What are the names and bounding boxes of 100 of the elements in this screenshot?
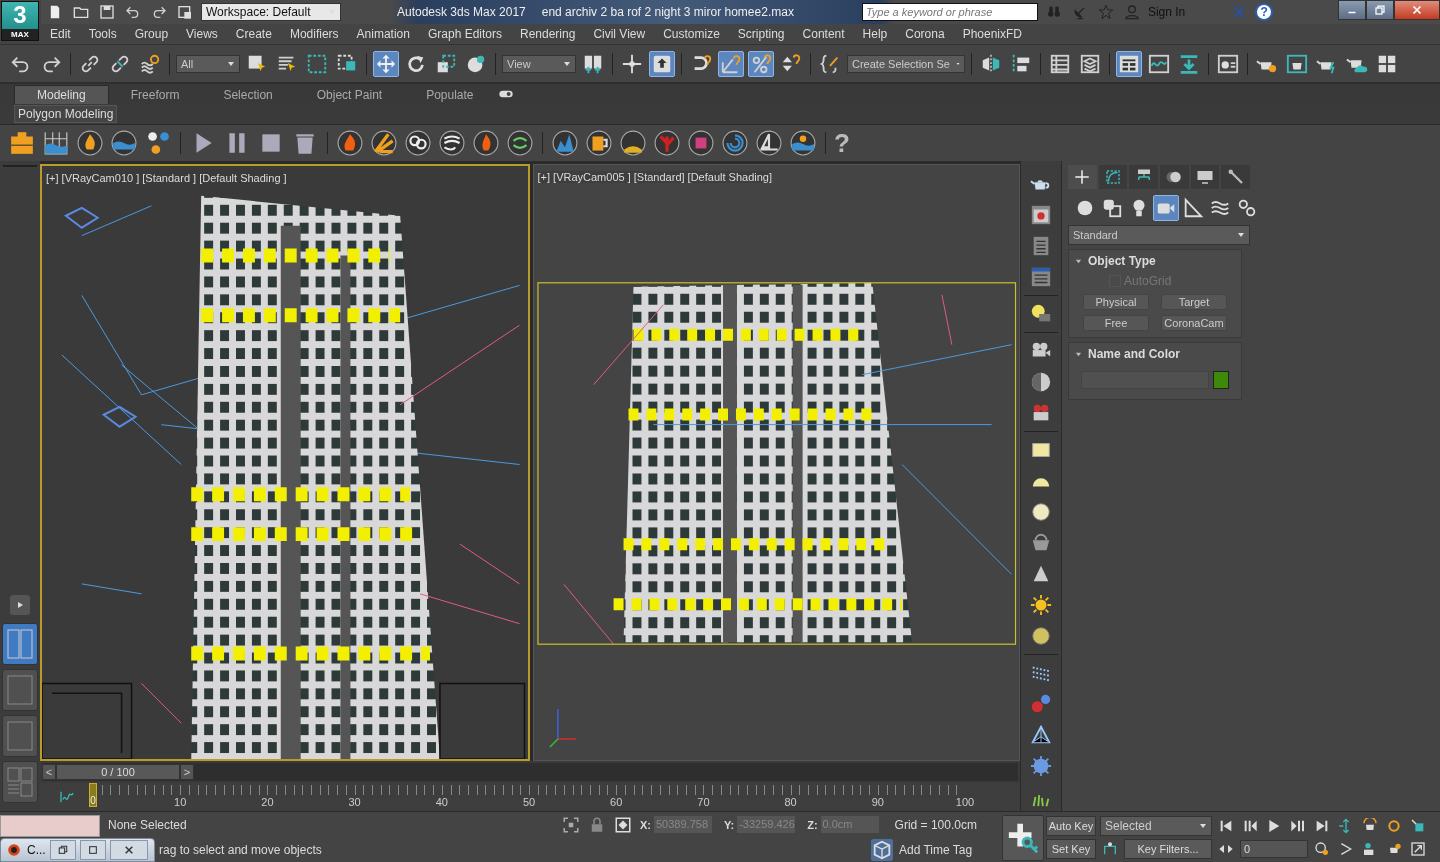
menu-item[interactable]: Content <box>793 27 854 41</box>
viewport[interactable]: [+] [VRayCam005 ] [Standard] [Default Shading] <box>532 164 1020 761</box>
restore-icon[interactable] <box>1366 0 1394 20</box>
camera-type-button[interactable]: CoronaCam <box>1161 315 1227 331</box>
spiky-ball-icon[interactable] <box>1028 753 1054 779</box>
move-icon[interactable] <box>373 50 399 77</box>
viewport-label[interactable]: [+] [VRayCam010 ] [Standard ] [Default Shading ] <box>46 172 287 184</box>
rollout-toggle-icon[interactable] <box>1075 257 1082 265</box>
color-swatch[interactable] <box>1213 371 1229 389</box>
flame-icon[interactable] <box>76 129 104 157</box>
maxscript-listener-field[interactable] <box>0 814 100 837</box>
viewport-layout-button[interactable] <box>2 669 38 711</box>
percent-icon[interactable] <box>748 50 774 77</box>
app-logo-button[interactable]: 3 MAX <box>1 1 39 41</box>
restore-icon[interactable] <box>49 839 76 860</box>
curve-box-icon[interactable] <box>1098 165 1128 189</box>
monitor-icon[interactable] <box>1190 165 1220 189</box>
time-slider-thumb[interactable]: 0 / 100 <box>56 764 180 780</box>
camera-type-button[interactable]: Free <box>1083 315 1149 331</box>
help-button[interactable]: ? <box>1255 3 1274 21</box>
menu-item[interactable]: Help <box>853 27 897 41</box>
fire-drop-icon[interactable] <box>472 129 500 157</box>
menu-item[interactable]: Scripting <box>728 27 794 41</box>
wrench-icon[interactable] <box>1221 165 1251 189</box>
toolbar-dropdown[interactable]: All <box>176 54 240 73</box>
hierarchy-icon[interactable] <box>1129 165 1158 189</box>
menu-item[interactable]: Civil View <box>584 27 655 41</box>
menu-item[interactable]: Create <box>226 27 281 41</box>
viewport-layout-button[interactable] <box>2 623 38 665</box>
minimized-window[interactable]: C... <box>0 837 155 862</box>
cloud-swirl-icon[interactable] <box>506 129 534 157</box>
menu-item[interactable]: Customize <box>654 27 729 41</box>
key-filters-button[interactable]: Key Filters... <box>1124 838 1212 859</box>
menu-item[interactable]: Tools <box>79 27 126 41</box>
current-frame-marker[interactable]: 0 <box>89 783 97 807</box>
set-key-icon[interactable] <box>1002 815 1044 861</box>
ribbon-tab[interactable]: Freeform <box>108 86 202 104</box>
boat-icon[interactable] <box>755 129 783 157</box>
ribbon-tab[interactable]: Modeling <box>14 85 109 104</box>
minimize-icon[interactable] <box>1338 0 1366 20</box>
menu-item[interactable]: Graph Editors <box>418 27 511 41</box>
rollout-toggle-icon[interactable] <box>1075 350 1082 358</box>
ribbon-tab[interactable]: Selection <box>201 86 295 104</box>
camera-type-button[interactable]: Target <box>1161 294 1227 310</box>
smoke-icon[interactable] <box>404 129 432 157</box>
category-dropdown[interactable]: Standard <box>1068 225 1250 245</box>
panel-icon[interactable] <box>1116 50 1142 77</box>
toolbar-dropdown[interactable]: View <box>502 54 576 73</box>
time-slider-track[interactable]: < 0 / 100 > <box>42 763 1018 781</box>
cube-icon[interactable] <box>687 129 715 157</box>
menu-item[interactable]: Rendering <box>511 27 585 41</box>
plus-icon[interactable] <box>1068 165 1097 189</box>
sun-icon[interactable] <box>1028 592 1054 618</box>
swirl-icon[interactable] <box>438 129 466 157</box>
tank-icon[interactable] <box>8 129 36 157</box>
menu-item[interactable]: Edit <box>41 27 80 41</box>
splash-icon[interactable] <box>551 129 579 157</box>
help-button[interactable]: ? <box>834 129 850 157</box>
previous-frame-button[interactable]: < <box>42 764 56 780</box>
ribbon-tab[interactable]: Object Paint <box>294 86 405 104</box>
time-tag-label[interactable]: Add Time Tag <box>899 842 973 857</box>
pool-grid-icon[interactable] <box>42 129 70 157</box>
mug-icon[interactable] <box>585 129 613 157</box>
current-frame-field[interactable]: 0 <box>1240 839 1308 858</box>
menu-item[interactable]: Group <box>125 27 178 41</box>
maximize-icon[interactable] <box>79 839 106 860</box>
circles-icon[interactable] <box>1160 165 1189 189</box>
viewport[interactable]: [+] [VRayCam010 ] [Standard ] [Default Shading ] <box>40 164 530 761</box>
search-field[interactable]: Type a keyword or phrase <box>861 3 1038 21</box>
vortex-icon[interactable] <box>721 129 749 157</box>
cube-icon[interactable] <box>871 838 893 861</box>
rollout-title[interactable]: Object Type <box>1088 254 1156 268</box>
water-icon[interactable] <box>110 129 138 157</box>
menu-item[interactable]: Views <box>177 27 227 41</box>
workspace-dropdown[interactable]: Workspace: Default <box>201 3 341 21</box>
next-frame-button[interactable]: > <box>180 764 194 780</box>
viewport-layout-button[interactable] <box>2 761 38 803</box>
coral-icon[interactable] <box>653 129 681 157</box>
expand-button[interactable] <box>10 595 30 615</box>
auto-key-button[interactable]: Auto Key <box>1046 815 1096 836</box>
ocean-icon[interactable] <box>789 129 817 157</box>
viewport-label[interactable]: [+] [VRayCam005 ] [Standard] [Default Shading] <box>537 171 772 183</box>
ribbon-panel-button[interactable]: Polygon Modeling <box>14 105 118 123</box>
save-icon[interactable] <box>97 2 117 22</box>
burst-icon[interactable] <box>370 129 398 157</box>
key-set-dropdown[interactable]: Selected <box>1100 815 1212 836</box>
toolbar-dropdown[interactable]: Create Selection Se <box>847 54 965 73</box>
set-key-button[interactable]: Set Key <box>1046 838 1096 859</box>
menu-item[interactable]: Animation <box>347 27 419 41</box>
camera-type-button[interactable]: Physical <box>1083 294 1149 310</box>
fire-icon[interactable] <box>336 129 364 157</box>
rollout-title[interactable]: Name and Color <box>1088 347 1180 361</box>
angle-icon[interactable] <box>718 50 744 77</box>
close-icon[interactable] <box>1394 0 1440 20</box>
ribbon-tab[interactable]: Populate <box>404 86 496 104</box>
arrow-square-icon[interactable] <box>649 50 675 77</box>
viewport-layout-button[interactable] <box>2 715 38 757</box>
menu-item[interactable]: PhoenixFD <box>953 27 1031 41</box>
menu-item[interactable]: Corona <box>896 27 954 41</box>
menu-item[interactable]: Modifiers <box>280 27 348 41</box>
